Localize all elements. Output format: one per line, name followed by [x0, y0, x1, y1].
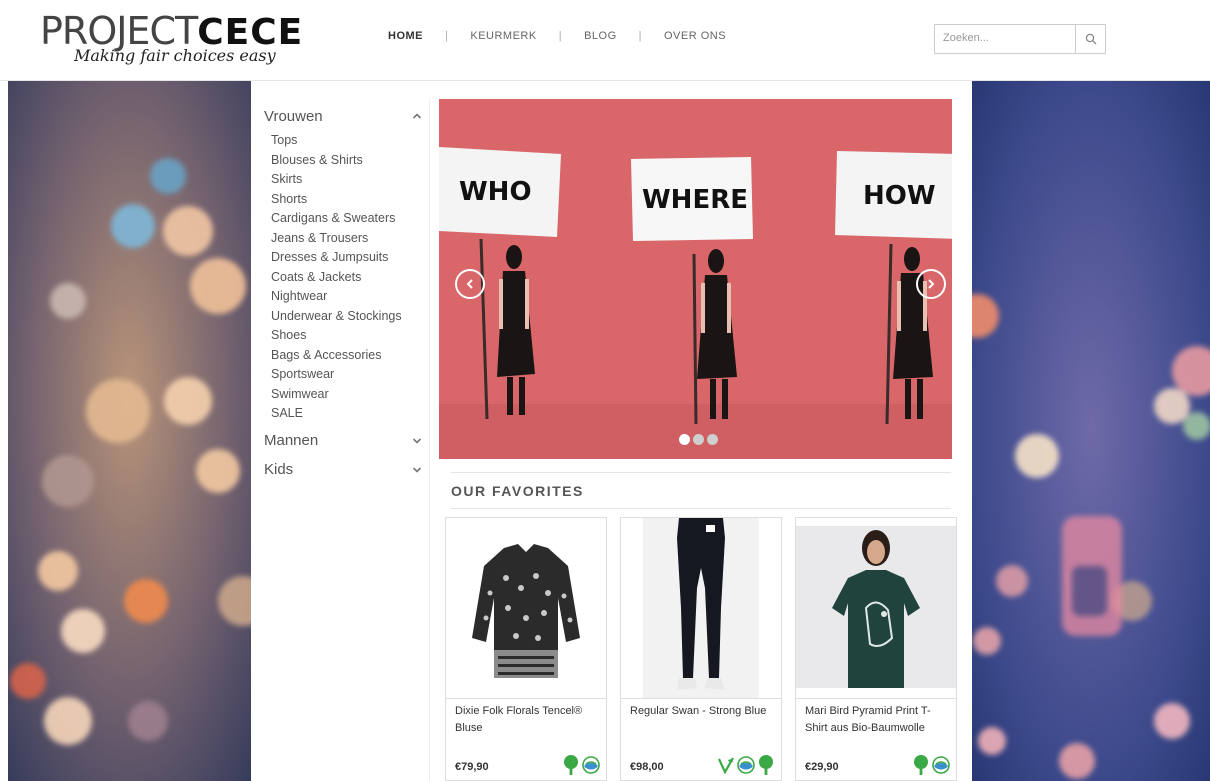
product-card[interactable]: Dixie Folk Florals Tencel® Bluse €79,90	[445, 517, 607, 781]
hero-sign-who: WHO	[459, 177, 532, 207]
category-mannen[interactable]: Mannen	[264, 428, 424, 454]
main-nav: HOME | KEURMERK | BLOG | OVER ONS	[388, 30, 726, 42]
product-badges	[562, 755, 600, 775]
product-badges	[912, 755, 950, 775]
favorites-title: OUR FAVORITES	[451, 483, 584, 499]
category-label: Vrouwen	[264, 107, 323, 125]
subcategory-item[interactable]: Tops	[271, 131, 424, 151]
earth-icon	[932, 756, 950, 774]
product-image[interactable]	[796, 518, 956, 699]
product-name[interactable]: Dixie Folk Florals Tencel® Bluse	[455, 703, 597, 737]
product-price: €79,90	[455, 761, 489, 773]
subcategory-item[interactable]: Jeans & Trousers	[271, 229, 424, 249]
bokeh-left-image	[8, 81, 251, 781]
vrouwen-subcategory-list: Tops Blouses & Shirts Skirts Shorts Card…	[271, 131, 424, 424]
product-card[interactable]: Regular Swan - Strong Blue €98,00	[620, 517, 782, 781]
nav-separator: |	[445, 30, 449, 42]
subcategory-item[interactable]: Sportswear	[271, 365, 424, 385]
hero-sign-how: HOW	[863, 181, 936, 211]
product-image[interactable]	[621, 518, 781, 699]
background-left	[8, 81, 251, 781]
subcategory-item[interactable]: Dresses & Jumpsuits	[271, 248, 424, 268]
subcategory-item[interactable]: Skirts	[271, 170, 424, 190]
product-price: €29,90	[805, 761, 839, 773]
hero-image	[439, 99, 952, 459]
search-button[interactable]	[1075, 25, 1105, 53]
nav-home[interactable]: HOME	[388, 30, 423, 42]
chevron-right-icon	[928, 279, 935, 289]
search-box	[934, 24, 1106, 54]
bokeh-right-image	[972, 81, 1210, 781]
product-name[interactable]: Regular Swan - Strong Blue	[630, 703, 772, 720]
slider-dot[interactable]	[679, 434, 690, 445]
subcategory-item[interactable]: Coats & Jackets	[271, 268, 424, 288]
slider-prev-button[interactable]	[455, 269, 485, 299]
subcategory-item[interactable]: Shoes	[271, 326, 424, 346]
chevron-up-icon[interactable]	[412, 112, 422, 120]
chevron-down-icon[interactable]	[412, 437, 422, 445]
earth-icon	[582, 756, 600, 774]
tree-icon	[564, 755, 578, 775]
category-sidebar: Vrouwen Tops Blouses & Shirts Skirts Sho…	[264, 103, 424, 483]
slider-dot[interactable]	[707, 434, 718, 445]
subcategory-item[interactable]: Nightwear	[271, 287, 424, 307]
category-kids[interactable]: Kids	[264, 457, 424, 483]
slider-dot[interactable]	[693, 434, 704, 445]
subcategory-item[interactable]: SALE	[271, 404, 424, 424]
nav-blog[interactable]: BLOG	[584, 30, 617, 42]
hero-slider[interactable]: WHO WHERE HOW	[439, 99, 952, 459]
nav-separator: |	[638, 30, 642, 42]
logo-tagline: Making fair choices easy	[74, 46, 276, 65]
nav-keurmerk[interactable]: KEURMERK	[470, 30, 536, 42]
tree-icon	[759, 755, 773, 775]
category-vrouwen[interactable]: Vrouwen	[264, 103, 424, 129]
subcategory-item[interactable]: Blouses & Shirts	[271, 151, 424, 171]
product-image[interactable]	[446, 518, 606, 699]
product-name[interactable]: Mari Bird Pyramid Print T-Shirt aus Bio-…	[805, 703, 947, 737]
search-icon	[1085, 33, 1096, 45]
subcategory-item[interactable]: Bags & Accessories	[271, 346, 424, 366]
tree-icon	[914, 755, 928, 775]
nav-over-ons[interactable]: OVER ONS	[664, 30, 726, 42]
earth-icon	[737, 756, 755, 774]
slider-next-button[interactable]	[916, 269, 946, 299]
subcategory-item[interactable]: Shorts	[271, 190, 424, 210]
background-right	[972, 81, 1210, 781]
category-label: Kids	[264, 461, 294, 478]
product-price: €98,00	[630, 761, 664, 773]
product-badges	[717, 755, 775, 775]
chevron-left-icon	[466, 279, 473, 289]
vegan-leaf-icon	[718, 757, 734, 774]
slider-dots	[679, 434, 718, 445]
subcategory-item[interactable]: Underwear & Stockings	[271, 307, 424, 327]
nav-separator: |	[558, 30, 563, 42]
chevron-down-icon[interactable]	[412, 466, 422, 474]
subcategory-item[interactable]: Cardigans & Sweaters	[271, 209, 424, 229]
search-input[interactable]	[935, 25, 1075, 51]
subcategory-item[interactable]: Swimwear	[271, 385, 424, 405]
favorites-top-divider	[451, 472, 951, 473]
site-header: PROJECTCECE Making fair choices easy HOM…	[0, 0, 1210, 81]
hero-sign-where: WHERE	[642, 185, 748, 215]
main-content: Vrouwen Tops Blouses & Shirts Skirts Sho…	[251, 81, 972, 781]
sidebar-divider	[429, 99, 430, 781]
category-label: Mannen	[264, 432, 319, 449]
product-card[interactable]: Mari Bird Pyramid Print T-Shirt aus Bio-…	[795, 517, 957, 781]
logo[interactable]: PROJECTCECE Making fair choices easy	[40, 8, 302, 72]
favorites-bottom-divider	[451, 508, 951, 509]
